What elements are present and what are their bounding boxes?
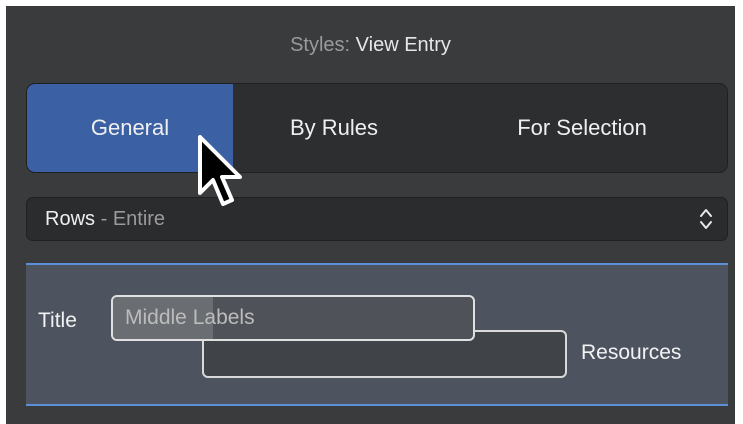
dropdown-separator: - <box>100 208 108 230</box>
tab-general-label: General <box>90 115 170 140</box>
preview-title-label: Title <box>38 309 77 332</box>
dropdown-value: Rows <box>45 208 96 230</box>
arrow-cursor-icon <box>198 135 242 206</box>
preview-secondary-text: Labels <box>192 306 255 329</box>
panel-title-text: View Entry <box>355 34 451 56</box>
tab-for-selection[interactable]: For Selection <box>435 84 727 172</box>
preview-primary-field[interactable]: Middle Labels <box>111 295 475 341</box>
dropdown-text: Rows - Entire <box>45 208 165 231</box>
panel-title: Styles: View Entry <box>6 34 735 57</box>
tab-for-selection-label: For Selection <box>517 115 647 140</box>
preview-primary-text: Middle <box>125 306 187 329</box>
preview-resources-label: Resources <box>581 341 682 364</box>
chevron-up-down-icon <box>700 209 712 229</box>
element-select-dropdown[interactable]: Rows - Entire <box>26 197 728 241</box>
tab-by-rules-label: By Rules <box>289 115 379 140</box>
preview-field-text: Middle Labels <box>125 306 255 330</box>
styles-panel: Styles: View Entry General By Rules For … <box>6 6 735 424</box>
dropdown-subvalue: Entire <box>112 208 166 230</box>
panel-title-lead: Styles: <box>290 34 351 56</box>
style-mode-segmented-control: General By Rules For Selection <box>26 83 728 173</box>
style-preview-area[interactable]: Title Middle Labels Resources <box>26 263 728 406</box>
tab-by-rules[interactable]: By Rules <box>233 84 435 172</box>
